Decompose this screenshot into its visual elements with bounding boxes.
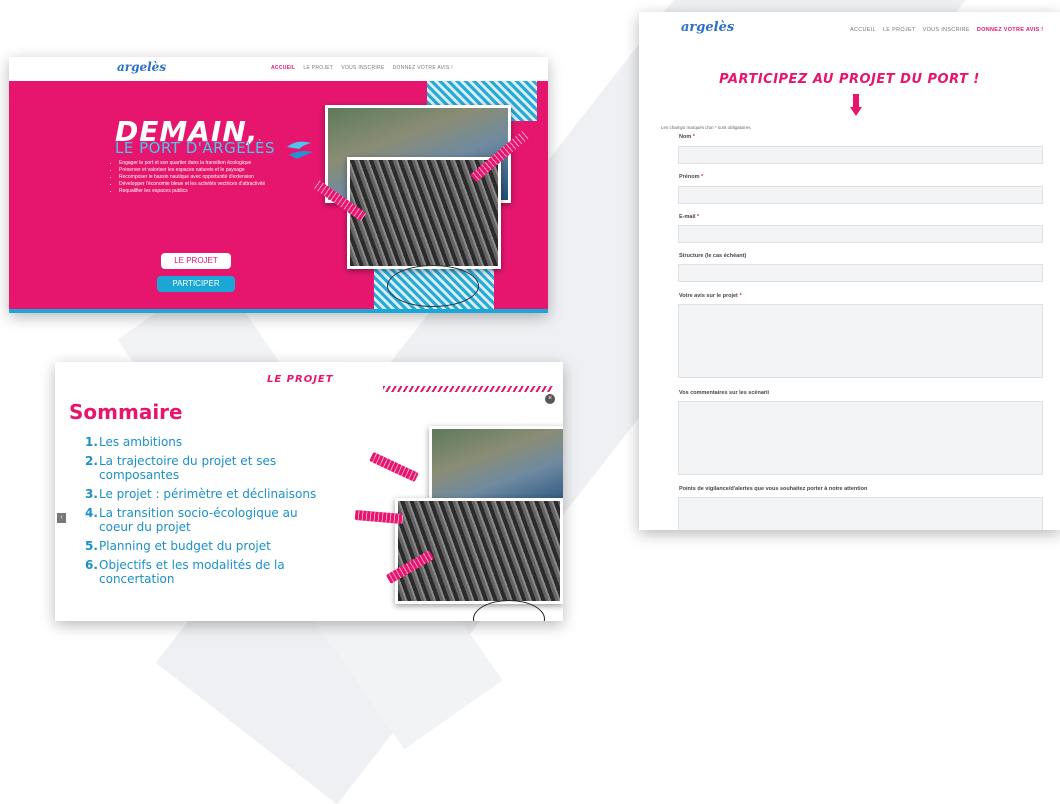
down-arrow-icon	[850, 94, 862, 118]
form-title: PARTICIPEZ AU PROJET DU PORT !	[719, 72, 980, 87]
close-icon[interactable]: ×	[545, 394, 555, 404]
nom-field[interactable]	[678, 146, 1043, 164]
nav-donnez-avis[interactable]: DONNEZ VOTRE AVIS !	[393, 65, 453, 71]
vigilance-label: Points de vigilance/d'alertes que vous s…	[679, 486, 868, 492]
item-label: Le projet : périmètre et déclinaisons	[99, 487, 317, 501]
prev-slide-icon[interactable]: ‹	[57, 513, 66, 523]
vigilance-textarea[interactable]	[678, 497, 1043, 530]
nav-accueil[interactable]: ACCUEIL	[271, 65, 295, 71]
hero-bottom-bar	[9, 309, 548, 313]
item-label: Les ambitions	[99, 435, 183, 449]
item-number: 6.	[85, 558, 98, 572]
list-item[interactable]: 6. Objectifs et les modalités de la conce…	[85, 558, 405, 586]
item-number: 1.	[85, 435, 98, 449]
required-note: Les champs marqués d'un * sont obligatoi…	[661, 125, 751, 130]
sommaire-screenshot: LE PROJET × Sommaire 1. Les ambitions 2. L…	[55, 362, 563, 621]
hero-subtitle: LE PORT D'ARGELÈS	[115, 139, 276, 157]
nom-label: Nom *	[679, 134, 695, 140]
form-screenshot: argelès ACCUEIL LE PROJET VOUS INSCRIRE …	[639, 12, 1060, 530]
commentaires-textarea[interactable]	[678, 401, 1043, 475]
item-label: Objectifs et les modalités de la concert…	[99, 558, 285, 586]
commentaires-label: Vos commentaires sur les scénarii	[679, 390, 770, 396]
email-field[interactable]	[678, 225, 1043, 243]
item-label: La transition socio-écologique au coeur …	[99, 506, 298, 534]
argeles-logo[interactable]: argelès	[681, 20, 734, 35]
nav-le-projet[interactable]: LE PROJET	[883, 27, 916, 33]
hero-navbar: argelès ACCUEIL LE PROJET VOUS INSCRIRE …	[9, 57, 548, 81]
item-number: 2.	[85, 454, 98, 468]
nav-vous-inscrire[interactable]: VOUS INSCRIRE	[923, 27, 970, 33]
item-label: La trajectoire du projet et ses composan…	[99, 454, 277, 482]
argeles-logo[interactable]: argelès	[117, 60, 166, 74]
hero-bullet-list: Engager le port et son quartier dans la …	[109, 160, 279, 195]
avis-label: Votre avis sur le projet *	[679, 293, 742, 299]
hero-nav-links: ACCUEIL LE PROJET VOUS INSCRIRE DONNEZ V…	[271, 65, 453, 71]
item-number: 5.	[85, 539, 98, 553]
avis-textarea[interactable]	[678, 304, 1043, 378]
nav-donnez-avis[interactable]: DONNEZ VOTRE AVIS !	[977, 27, 1044, 33]
form-nav-links: ACCUEIL LE PROJET VOUS INSCRIRE DONNEZ V…	[850, 27, 1043, 33]
nav-accueil[interactable]: ACCUEIL	[850, 27, 876, 33]
list-item: Préserver et valoriser les espaces natur…	[119, 167, 279, 173]
list-item[interactable]: 3. Le projet : périmètre et déclinaisons	[85, 487, 405, 501]
list-item[interactable]: 5. Planning et budget du projet	[85, 539, 405, 553]
email-label: E-mail *	[679, 214, 700, 220]
nav-vous-inscrire[interactable]: VOUS INSCRIRE	[341, 65, 384, 71]
hero-screenshot: argelès ACCUEIL LE PROJET VOUS INSCRIRE …	[9, 57, 548, 313]
sketch-decoration	[387, 265, 479, 307]
item-number: 4.	[85, 506, 98, 520]
item-number: 3.	[85, 487, 98, 501]
wave-icon	[285, 139, 315, 159]
prenom-field[interactable]	[678, 186, 1043, 204]
page-title: Sommaire	[69, 400, 183, 424]
list-item: Développer l'économie bleue et les activ…	[119, 181, 279, 187]
structure-field[interactable]	[678, 264, 1043, 282]
prenom-label: Prénom *	[679, 174, 704, 180]
list-item[interactable]: 2. La trajectoire du projet et ses compos…	[85, 454, 405, 482]
le-projet-button[interactable]: LE PROJET	[161, 253, 231, 269]
participer-button[interactable]: PARTICIPER	[157, 276, 235, 292]
list-item: Recomposer le bassin nautique avec oppor…	[119, 174, 279, 180]
hatch-decoration	[383, 386, 553, 392]
list-item: Engager le port et son quartier dans la …	[119, 160, 279, 166]
list-item[interactable]: 1. Les ambitions	[85, 435, 405, 449]
item-label: Planning et budget du projet	[99, 539, 271, 553]
list-item: Requalifier les espaces publics	[119, 188, 279, 194]
structure-label: Structure (le cas échéant)	[679, 253, 747, 259]
section-header: LE PROJET	[267, 374, 334, 385]
aerial-photo-bw	[395, 498, 563, 604]
nav-le-projet[interactable]: LE PROJET	[303, 65, 333, 71]
